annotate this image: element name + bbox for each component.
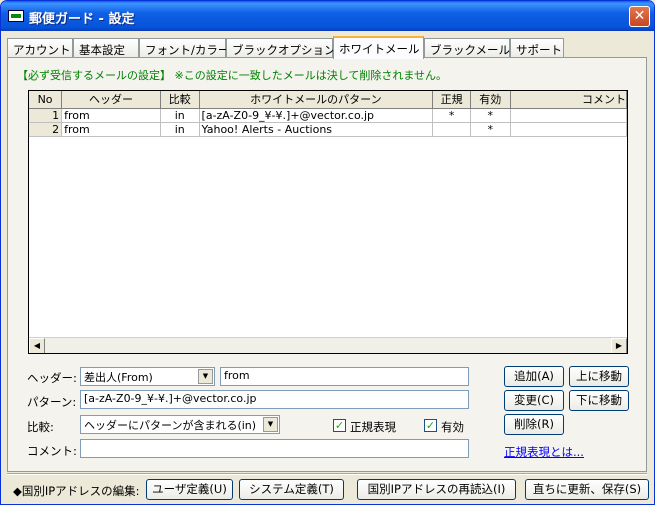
row-regex — [432, 122, 471, 137]
settings-window: 郵便ガード - 設定 ✕ アカウント 基本設定 フォント/カラー ブラックオプシ… — [0, 0, 655, 505]
white-mail-grid[interactable]: No ヘッダー 比較 ホワイトメールのパターン 正規 有効 コメント 1 fro… — [28, 90, 628, 354]
header-value-input[interactable]: from — [220, 367, 469, 386]
chevron-down-icon[interactable]: ▼ — [263, 417, 278, 432]
enabled-checkbox-label: 有効 — [441, 420, 464, 434]
close-icon: ✕ — [633, 8, 646, 24]
table-row[interactable]: 1 from in [a-zA-Z0-9_¥-¥.]+@vector.co.jp… — [29, 108, 627, 123]
user-defined-button[interactable]: ユーザ定義(U) — [146, 479, 233, 500]
tab-basic-settings[interactable]: 基本設定 — [73, 38, 139, 58]
horizontal-scrollbar[interactable]: ◀ ▶ — [29, 337, 627, 353]
app-icon — [8, 10, 24, 22]
move-down-button[interactable]: 下に移動 — [569, 390, 629, 411]
tab-black-mail[interactable]: ブラックメール — [424, 38, 510, 58]
update-save-button[interactable]: 直ちに更新、保存(S) — [525, 479, 649, 500]
row-pattern: Yahoo! Alerts - Auctions — [199, 122, 434, 137]
col-header-no[interactable]: No — [29, 91, 63, 109]
change-button[interactable]: 変更(C) — [504, 390, 564, 411]
reload-country-ip-button[interactable]: 国別IPアドレスの再読込(I) — [357, 479, 516, 500]
col-header-enabled[interactable]: 有効 — [470, 91, 511, 109]
header-select-value: 差出人(From) — [84, 371, 153, 384]
move-up-button[interactable]: 上に移動 — [569, 366, 629, 387]
add-button[interactable]: 追加(A) — [504, 366, 564, 387]
bottom-separator — [7, 473, 647, 475]
regex-checkbox-label: 正規表現 — [350, 420, 396, 434]
row-header: from — [61, 122, 161, 137]
col-header-compare[interactable]: 比較 — [160, 91, 200, 109]
grid-header-row: No ヘッダー 比較 ホワイトメールのパターン 正規 有効 コメント — [29, 91, 627, 109]
tab-white-mail[interactable]: ホワイトメール — [333, 36, 424, 59]
row-pattern: [a-zA-Z0-9_¥-¥.]+@vector.co.jp — [199, 108, 434, 123]
compare-label: 比較: — [27, 420, 54, 434]
compare-select-value: ヘッダーにパターンが含まれる(in) — [84, 419, 257, 432]
row-header: from — [61, 108, 161, 123]
title-bar: 郵便ガード - 設定 ✕ — [1, 1, 654, 31]
comment-input[interactable] — [80, 439, 469, 458]
group-label: 【必ず受信するメールの設定】 ※この設定に一致したメールは決して削除されません。 — [17, 67, 452, 83]
row-comment — [510, 122, 627, 137]
tab-font-color[interactable]: フォント/カラー — [139, 38, 229, 58]
grid-table: No ヘッダー 比較 ホワイトメールのパターン 正規 有効 コメント 1 fro… — [29, 91, 627, 137]
header-select[interactable]: 差出人(From) ▼ — [80, 367, 215, 386]
regex-help-link[interactable]: 正規表現とは... — [504, 444, 584, 460]
row-enabled: * — [470, 122, 511, 137]
row-no: 1 — [29, 108, 63, 123]
row-comment — [510, 108, 627, 123]
tab-support[interactable]: サポート — [510, 38, 564, 58]
comment-label: コメント: — [27, 444, 77, 458]
row-enabled: * — [470, 108, 511, 123]
country-ip-label: ◆国別IPアドレスの編集: — [13, 484, 140, 498]
scroll-right-icon[interactable]: ▶ — [611, 338, 627, 353]
delete-button[interactable]: 削除(R) — [504, 414, 564, 435]
col-header-comment[interactable]: コメント — [510, 91, 627, 109]
scroll-left-icon[interactable]: ◀ — [29, 338, 45, 353]
enabled-checkbox[interactable]: ✓ — [424, 419, 437, 432]
system-defined-button[interactable]: システム定義(T) — [239, 479, 344, 500]
regex-checkbox[interactable]: ✓ — [333, 419, 346, 432]
window-title: 郵便ガード - 設定 — [29, 12, 135, 27]
row-no: 2 — [29, 122, 63, 137]
col-header-pattern[interactable]: ホワイトメールのパターン — [199, 91, 434, 109]
row-compare: in — [160, 108, 200, 123]
pattern-label: パターン: — [27, 395, 77, 409]
close-button[interactable]: ✕ — [629, 6, 650, 27]
col-header-regex[interactable]: 正規 — [432, 91, 471, 109]
table-row[interactable]: 2 from in Yahoo! Alerts - Auctions * — [29, 122, 627, 137]
chevron-down-icon[interactable]: ▼ — [198, 369, 213, 384]
compare-select[interactable]: ヘッダーにパターンが含まれる(in) ▼ — [80, 415, 280, 434]
row-regex: * — [432, 108, 471, 123]
pattern-input[interactable]: [a-zA-Z0-9_¥-¥.]+@vector.co.jp — [80, 390, 469, 409]
tab-black-option[interactable]: ブラックオプション — [226, 38, 336, 58]
row-compare: in — [160, 122, 200, 137]
header-label: ヘッダー: — [27, 371, 77, 385]
col-header-header[interactable]: ヘッダー — [61, 91, 161, 109]
tab-account[interactable]: アカウント — [7, 38, 73, 58]
